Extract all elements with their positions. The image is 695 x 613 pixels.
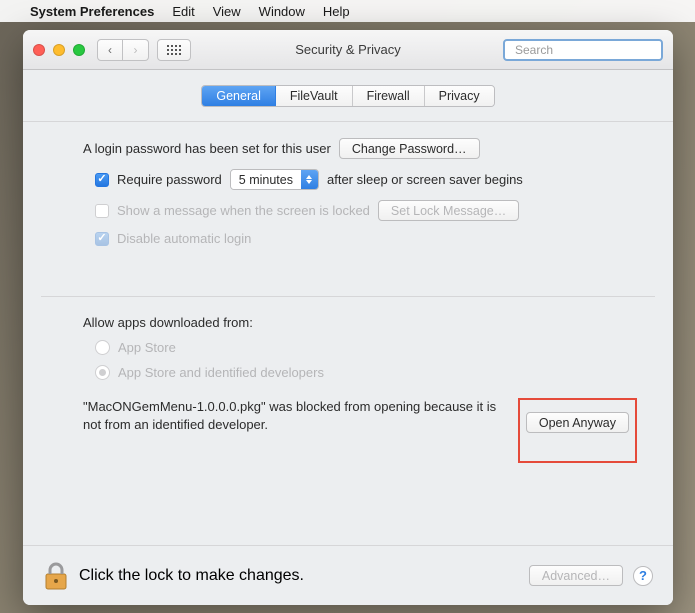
radio-appstore-row: App Store bbox=[95, 340, 637, 355]
disable-auto-login-row: Disable automatic login bbox=[95, 231, 637, 246]
login-password-text: A login password has been set for this u… bbox=[83, 141, 331, 156]
tab-filevault[interactable]: FileVault bbox=[276, 86, 353, 106]
require-password-delay-select[interactable]: 5 minutes bbox=[230, 169, 319, 190]
menubar-view[interactable]: View bbox=[213, 4, 241, 19]
grid-icon bbox=[167, 45, 181, 55]
search-input[interactable] bbox=[515, 43, 670, 57]
menubar-window[interactable]: Window bbox=[259, 4, 305, 19]
require-password-checkbox[interactable] bbox=[95, 173, 109, 187]
blocked-message: "MacONGemMenu-1.0.0.0.pkg" was blocked f… bbox=[83, 398, 500, 433]
minimize-icon[interactable] bbox=[53, 44, 65, 56]
radio-identified-row: App Store and identified developers bbox=[95, 365, 637, 380]
allow-apps-heading: Allow apps downloaded from: bbox=[83, 315, 253, 330]
close-icon[interactable] bbox=[33, 44, 45, 56]
tab-firewall[interactable]: Firewall bbox=[353, 86, 425, 106]
require-password-label: Require password bbox=[117, 172, 222, 187]
require-password-delay-value: 5 minutes bbox=[231, 170, 301, 189]
tab-segmented-control: General FileVault Firewall Privacy bbox=[201, 85, 494, 107]
blocked-app-row: "MacONGemMenu-1.0.0.0.pkg" was blocked f… bbox=[83, 398, 637, 463]
change-password-button[interactable]: Change Password… bbox=[339, 138, 480, 159]
lock-icon[interactable] bbox=[43, 561, 69, 591]
set-lock-message-button: Set Lock Message… bbox=[378, 200, 519, 221]
show-message-row: Show a message when the screen is locked… bbox=[95, 200, 637, 221]
chevron-left-icon: ‹ bbox=[108, 43, 112, 57]
radio-appstore-label: App Store bbox=[118, 340, 176, 355]
radio-identified bbox=[95, 365, 110, 380]
footer-bar: Click the lock to make changes. Advanced… bbox=[23, 545, 673, 605]
menubar-app-name[interactable]: System Preferences bbox=[30, 4, 154, 19]
show-all-button[interactable] bbox=[157, 39, 191, 61]
radio-identified-label: App Store and identified developers bbox=[118, 365, 324, 380]
back-button[interactable]: ‹ bbox=[97, 39, 123, 61]
lock-text: Click the lock to make changes. bbox=[79, 567, 304, 585]
menubar-edit[interactable]: Edit bbox=[172, 4, 194, 19]
require-password-row: Require password 5 minutes after sleep o… bbox=[95, 169, 637, 190]
show-message-checkbox bbox=[95, 204, 109, 218]
traffic-lights bbox=[33, 44, 85, 56]
tab-general[interactable]: General bbox=[202, 86, 275, 106]
maximize-icon[interactable] bbox=[73, 44, 85, 56]
system-menubar: System Preferences Edit View Window Help bbox=[0, 0, 695, 22]
highlight-callout: Open Anyway bbox=[518, 398, 637, 463]
advanced-button: Advanced… bbox=[529, 565, 623, 586]
after-sleep-text: after sleep or screen saver begins bbox=[327, 172, 523, 187]
chevron-right-icon: › bbox=[134, 43, 138, 57]
nav-back-forward: ‹ › bbox=[97, 39, 149, 61]
tab-privacy[interactable]: Privacy bbox=[425, 86, 494, 106]
login-password-row: A login password has been set for this u… bbox=[83, 138, 637, 159]
select-arrows-icon bbox=[301, 170, 318, 189]
disable-auto-login-checkbox bbox=[95, 232, 109, 246]
show-message-label: Show a message when the screen is locked bbox=[117, 203, 370, 218]
forward-button: › bbox=[123, 39, 149, 61]
allow-apps-heading-row: Allow apps downloaded from: bbox=[83, 315, 637, 330]
tabs-row: General FileVault Firewall Privacy bbox=[23, 70, 673, 122]
help-button[interactable]: ? bbox=[633, 566, 653, 586]
radio-appstore bbox=[95, 340, 110, 355]
open-anyway-button[interactable]: Open Anyway bbox=[526, 412, 629, 433]
menubar-help[interactable]: Help bbox=[323, 4, 350, 19]
preferences-window: ‹ › Security & Privacy General FileVault… bbox=[23, 30, 673, 605]
divider bbox=[41, 296, 655, 297]
content-pane: A login password has been set for this u… bbox=[23, 122, 673, 463]
titlebar: ‹ › Security & Privacy bbox=[23, 30, 673, 70]
search-field[interactable] bbox=[503, 39, 663, 61]
disable-auto-login-label: Disable automatic login bbox=[117, 231, 251, 246]
